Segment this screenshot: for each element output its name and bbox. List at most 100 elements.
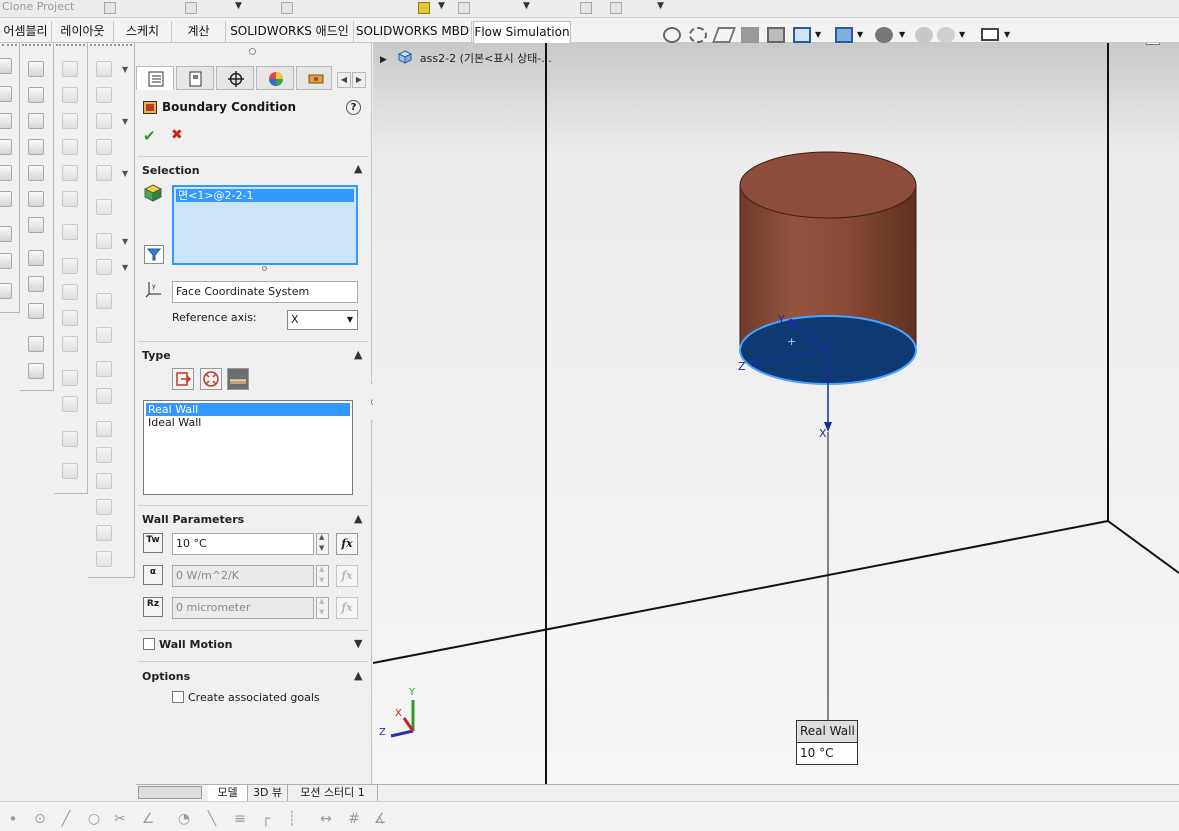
appearance-icon[interactable] <box>915 27 933 43</box>
tab-flow-simulation[interactable]: Flow Simulation <box>473 21 571 43</box>
tool-icon[interactable] <box>0 86 12 102</box>
tool-icon[interactable] <box>96 551 112 567</box>
chevron-up-icon[interactable]: ▲ <box>354 512 362 525</box>
close-icon[interactable]: ✖ <box>171 127 183 143</box>
tool-icon[interactable] <box>28 191 44 207</box>
list-item[interactable]: 면<1>@2-2-1 <box>176 189 354 202</box>
tool-icon[interactable] <box>62 396 78 412</box>
wall-temperature-field[interactable]: 10 °C <box>172 533 314 555</box>
dashed-corner-icon[interactable]: ┊ <box>284 811 300 827</box>
tab-layout[interactable]: 레이아웃 <box>52 21 114 43</box>
tool-icon[interactable] <box>62 165 78 181</box>
temperature-stepper[interactable] <box>316 533 329 555</box>
tab-sketch[interactable]: 스케치 <box>114 21 172 43</box>
tool-icon[interactable] <box>0 191 12 207</box>
tool-icon[interactable] <box>0 139 12 155</box>
grid-icon[interactable]: # <box>346 811 362 827</box>
tool-icon[interactable] <box>62 61 78 77</box>
toolbar-icon[interactable] <box>458 2 470 14</box>
tab-display-manager[interactable] <box>256 66 294 90</box>
tab-feature-manager[interactable] <box>136 66 174 90</box>
chevron-down-icon[interactable]: ▼ <box>235 1 242 11</box>
tab-motion-study[interactable]: 모션 스터디 1 <box>288 785 378 801</box>
angle-icon[interactable]: ∡ <box>372 811 388 827</box>
fillet-icon[interactable]: ◔ <box>176 811 192 827</box>
tool-icon[interactable] <box>96 421 112 437</box>
tool-icon[interactable] <box>62 113 78 129</box>
toolbar-icon[interactable] <box>610 2 622 14</box>
chevron-down-icon[interactable]: ▼ <box>959 30 965 39</box>
list-item-real-wall[interactable]: Real Wall <box>146 403 350 416</box>
list-item-ideal-wall[interactable]: Ideal Wall <box>146 416 350 429</box>
chevron-down-icon[interactable]: ▼ <box>523 1 530 11</box>
chevron-down-icon[interactable]: ▼ <box>122 237 128 246</box>
graphics-viewport[interactable]: Y Z X + Y Z X Real Wall 10 °C 🔍 <box>373 43 1179 784</box>
angle-line-icon[interactable]: ∠ <box>140 811 156 827</box>
tool-icon[interactable] <box>28 303 44 319</box>
gear-icon[interactable] <box>96 293 112 309</box>
tool-icon[interactable] <box>62 87 78 103</box>
tab-property-manager[interactable] <box>176 66 214 90</box>
paperclip-icon[interactable] <box>96 87 112 103</box>
tool-icon[interactable] <box>96 113 112 129</box>
tool-icon[interactable] <box>96 525 112 541</box>
chevron-down-icon[interactable]: ▼ <box>1004 30 1010 39</box>
tool-icon[interactable] <box>96 388 112 404</box>
point-icon[interactable]: ● <box>5 811 21 827</box>
circle-icon[interactable]: ⊙ <box>32 811 48 827</box>
help-icon[interactable]: ? <box>346 100 361 115</box>
reference-axis-select[interactable]: X <box>287 310 358 330</box>
toolbar-icon[interactable] <box>104 2 116 14</box>
tool-icon[interactable] <box>96 233 112 249</box>
tab-configuration-manager[interactable] <box>216 66 254 90</box>
selection-list[interactable]: 면<1>@2-2-1 <box>172 185 358 265</box>
section-view-icon[interactable] <box>741 27 759 43</box>
tool-icon[interactable] <box>28 217 44 233</box>
tab-flow-analysis[interactable] <box>296 66 332 90</box>
tool-icon[interactable] <box>0 283 12 299</box>
diagonal-icon[interactable]: ╲ <box>204 811 220 827</box>
tab-3d-view[interactable]: 3D 뷰 <box>248 785 288 801</box>
dimension-icon[interactable]: ↔ <box>318 811 334 827</box>
circle-outline-icon[interactable]: ○ <box>86 811 102 827</box>
tool-icon[interactable] <box>62 258 78 274</box>
chevron-down-icon[interactable]: ▼ <box>122 117 128 126</box>
resize-grip[interactable] <box>262 266 267 271</box>
tab-scroll-left[interactable]: ◀ <box>337 72 351 88</box>
hide-show-icon[interactable] <box>875 27 893 43</box>
inlet-condition-icon[interactable] <box>172 368 194 390</box>
tab-addins[interactable]: SOLIDWORKS 애드인 <box>226 21 354 43</box>
model-view[interactable]: Y Z X + <box>373 43 1179 784</box>
tab-assembly[interactable]: 어셈블리 <box>0 21 52 43</box>
wall-motion-checkbox[interactable] <box>143 638 155 650</box>
chevron-down-icon[interactable]: ▼ <box>122 263 128 272</box>
wall-icon[interactable] <box>227 368 249 390</box>
zoom-to-fit-icon[interactable] <box>663 27 681 43</box>
tool-icon[interactable] <box>96 259 112 275</box>
toolbar-icon[interactable] <box>580 2 592 14</box>
dynamic-annotation-icon[interactable] <box>767 27 785 43</box>
tool-icon[interactable] <box>28 87 44 103</box>
tool-icon[interactable] <box>28 336 44 352</box>
tool-icon[interactable] <box>28 139 44 155</box>
chevron-up-icon[interactable]: ▲ <box>354 348 362 361</box>
chevron-down-icon[interactable]: ▼ <box>657 1 664 11</box>
tool-icon[interactable] <box>0 226 12 242</box>
clone-project-label[interactable]: Clone Project <box>2 0 74 13</box>
filter-icon[interactable] <box>144 245 164 264</box>
chart-icon[interactable] <box>418 2 430 14</box>
tab-scroll-right[interactable]: ▶ <box>352 72 366 88</box>
maximize-icon[interactable] <box>1146 43 1160 45</box>
tool-icon[interactable] <box>96 199 112 215</box>
tool-icon[interactable] <box>0 253 12 269</box>
tool-icon[interactable] <box>96 139 112 155</box>
chevron-down-icon[interactable]: ▼ <box>438 1 445 11</box>
chevron-down-icon[interactable]: ▼ <box>899 30 905 39</box>
boundary-condition-callout[interactable]: Real Wall 10 °C <box>796 720 858 765</box>
tab-model[interactable]: 모델 <box>208 785 248 801</box>
tool-icon[interactable] <box>62 370 78 386</box>
chevron-down-icon[interactable]: ▼ <box>354 637 362 650</box>
tool-icon[interactable] <box>96 447 112 463</box>
tool-icon[interactable] <box>62 336 78 352</box>
hatch-icon[interactable]: ≡ <box>232 811 248 827</box>
